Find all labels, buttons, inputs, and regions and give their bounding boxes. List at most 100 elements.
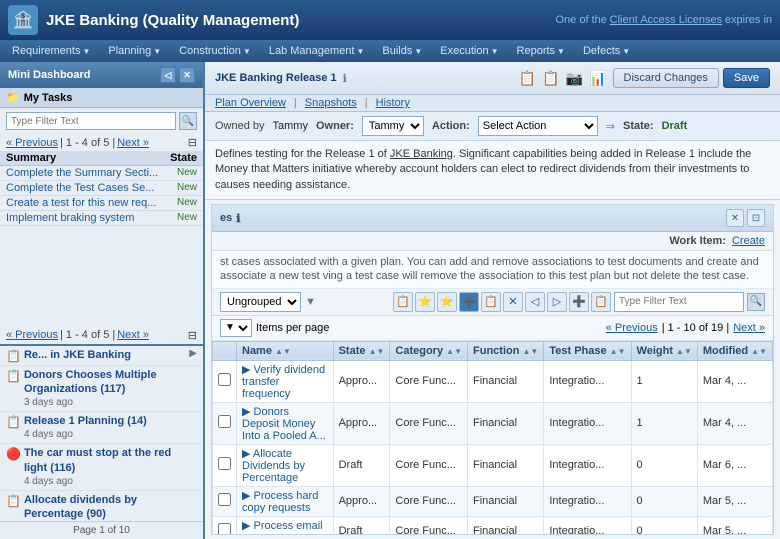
sidebar-icon-1[interactable]: ◁ xyxy=(160,67,176,83)
items-prev-link[interactable]: « Previous xyxy=(606,322,658,334)
list-item-4[interactable]: 📋 Allocate dividends by Percentage (90) … xyxy=(0,491,203,521)
col-category-header[interactable]: Category ▲▼ xyxy=(390,341,468,360)
panel-maximize-icon[interactable]: ⊡ xyxy=(747,209,765,227)
row-checkbox-1[interactable] xyxy=(213,402,237,444)
nav-bar: Requirements ▼ Planning ▼ Construction ▼… xyxy=(0,40,780,62)
row-checkbox-4[interactable] xyxy=(213,516,237,534)
row-name-4[interactable]: ▶ Process email requests xyxy=(237,516,334,534)
nav-defects[interactable]: Defects ▼ xyxy=(575,43,638,59)
action-select[interactable]: Select Action xyxy=(478,116,598,136)
header-icon-3[interactable]: 📷 xyxy=(566,70,583,87)
header-icon-2[interactable]: 📋 xyxy=(542,70,559,87)
row-checkbox-2[interactable] xyxy=(213,444,237,486)
col-function-header[interactable]: Function ▲▼ xyxy=(468,341,544,360)
panel-close-icon[interactable]: ✕ xyxy=(726,209,744,227)
filter-icon: ⊟ xyxy=(188,136,197,149)
col-name-header[interactable]: Name ▲▼ xyxy=(237,341,334,360)
sidebar-list: 📋 Re... in JKE Banking ▶ 📋 Donors Choose… xyxy=(0,346,203,522)
tb-icon-more1[interactable]: ◁ xyxy=(525,292,545,312)
row-testphase-0: Integratio... xyxy=(544,360,631,402)
col-testphase-header[interactable]: Test Phase ▲▼ xyxy=(544,341,631,360)
save-button[interactable]: Save xyxy=(723,68,770,88)
tb-icon-copy[interactable]: 📋 xyxy=(393,292,413,312)
task-item-1[interactable]: Complete the Summary Secti... New xyxy=(0,166,203,181)
col-state-header[interactable]: State ▲▼ xyxy=(333,341,390,360)
tb-icon-star2[interactable]: ⭐ xyxy=(437,292,457,312)
filter-icon-2: ⊟ xyxy=(188,329,197,342)
panel-filter-input[interactable] xyxy=(614,292,744,312)
list-arrow-0: ▶ xyxy=(189,348,197,359)
list-item-3[interactable]: 🔴 The car must stop at the red light (11… xyxy=(0,444,203,491)
license-info: One of the Client Access Licenses expire… xyxy=(555,14,772,26)
sidebar-icon-2[interactable]: ✕ xyxy=(179,67,195,83)
nav-execution[interactable]: Execution ▼ xyxy=(432,43,506,59)
license-link[interactable]: Client Access Licenses xyxy=(610,14,723,26)
task-state-4: New xyxy=(177,212,197,224)
col-weight-header[interactable]: Weight ▲▼ xyxy=(631,341,697,360)
nav-lab-management[interactable]: Lab Management ▼ xyxy=(261,43,373,59)
my-tasks-section: 📁 My Tasks xyxy=(0,88,203,108)
col-modified-header[interactable]: Modified ▲▼ xyxy=(697,341,772,360)
tb-icon-list[interactable]: 📋 xyxy=(591,292,611,312)
tab-plan-overview[interactable]: Plan Overview xyxy=(215,97,286,109)
table-row[interactable]: ▶ Donors Deposit Money Into a Pooled A..… xyxy=(213,402,773,444)
work-item-row: Work Item: Create xyxy=(212,232,773,251)
panel-header-icons: ✕ ⊡ xyxy=(726,209,765,227)
tb-icon-doc[interactable]: 📋 xyxy=(481,292,501,312)
table-row[interactable]: ▶ Process email requests Draft Core Func… xyxy=(213,516,773,534)
nav-construction-arrow: ▼ xyxy=(243,47,251,56)
list-item-1[interactable]: 📋 Donors Chooses Multiple Organizations … xyxy=(0,366,203,413)
tb-icon-plus2[interactable]: ➕ xyxy=(569,292,589,312)
nav-construction[interactable]: Construction ▼ xyxy=(171,43,259,59)
tb-icon-more2[interactable]: ▷ xyxy=(547,292,567,312)
next-link[interactable]: Next » xyxy=(117,137,149,149)
jke-link[interactable]: JKE Banking xyxy=(390,148,453,160)
tab-history[interactable]: History xyxy=(376,97,410,109)
row-function-4: Financial xyxy=(468,516,544,534)
row-category-0: Core Func... xyxy=(390,360,468,402)
table-row[interactable]: ▶ Process hard copy requests Appro... Co… xyxy=(213,486,773,516)
row-modified-0: Mar 4, ... xyxy=(697,360,772,402)
nav-requirements[interactable]: Requirements ▼ xyxy=(4,43,98,59)
task-filter-button[interactable]: 🔍 xyxy=(179,112,197,130)
table-row[interactable]: ▶ Verify dividend transfer frequency App… xyxy=(213,360,773,402)
list-item-0[interactable]: 📋 Re... in JKE Banking ▶ xyxy=(0,346,203,366)
nav-builds[interactable]: Builds ▼ xyxy=(374,43,430,59)
table-row[interactable]: ▶ Allocate Dividends by Percentage Draft… xyxy=(213,444,773,486)
task-item-4[interactable]: Implement braking system New xyxy=(0,211,203,226)
row-state-0: Appro... xyxy=(333,360,390,402)
row-name-2[interactable]: ▶ Allocate Dividends by Percentage xyxy=(237,444,334,486)
toolbar-icons: 📋 ⭐ ⭐ ➕ 📋 ✕ ◁ ▷ ➕ 📋 xyxy=(393,292,611,312)
create-link[interactable]: Create xyxy=(732,235,765,247)
tb-icon-star1[interactable]: ⭐ xyxy=(415,292,435,312)
panel-filter-button[interactable]: 🔍 xyxy=(747,293,765,311)
nav-planning[interactable]: Planning ▼ xyxy=(100,43,169,59)
row-name-3[interactable]: ▶ Process hard copy requests xyxy=(237,486,334,516)
top-bar: 🏦 JKE Banking (Quality Management) One o… xyxy=(0,0,780,40)
task-item-2[interactable]: Complete the Test Cases Se... New xyxy=(0,181,203,196)
list-item-2[interactable]: 📋 Release 1 Planning (14) 4 days ago xyxy=(0,412,203,444)
prev-link[interactable]: « Previous xyxy=(6,137,58,149)
prev-link-2[interactable]: « Previous xyxy=(6,329,58,341)
tab-snapshots[interactable]: Snapshots xyxy=(305,97,357,109)
state-value: Draft xyxy=(662,120,688,132)
task-filter-input[interactable] xyxy=(6,112,176,130)
row-name-1[interactable]: ▶ Donors Deposit Money Into a Pooled A..… xyxy=(237,402,334,444)
content-title-group: JKE Banking Release 1 ℹ xyxy=(215,72,347,85)
items-per-page-select[interactable]: ▼ xyxy=(220,319,252,337)
nav-reports[interactable]: Reports ▼ xyxy=(509,43,573,59)
row-checkbox-0[interactable] xyxy=(213,360,237,402)
header-icon-1[interactable]: 📋 xyxy=(519,70,536,87)
items-next-link[interactable]: Next » xyxy=(733,322,765,334)
owner-select[interactable]: Tammy xyxy=(362,116,424,136)
row-name-0[interactable]: ▶ Verify dividend transfer frequency xyxy=(237,360,334,402)
header-icon-4[interactable]: 📊 xyxy=(589,70,606,87)
group-select[interactable]: Ungrouped xyxy=(220,292,301,312)
discard-changes-button[interactable]: Discard Changes xyxy=(613,68,719,88)
task-item-3[interactable]: Create a test for this new req... New xyxy=(0,196,203,211)
action-label: Action: xyxy=(432,120,470,132)
row-checkbox-3[interactable] xyxy=(213,486,237,516)
tb-icon-add[interactable]: ➕ xyxy=(459,292,479,312)
next-link-2[interactable]: Next » xyxy=(117,329,149,341)
tb-icon-delete[interactable]: ✕ xyxy=(503,292,523,312)
